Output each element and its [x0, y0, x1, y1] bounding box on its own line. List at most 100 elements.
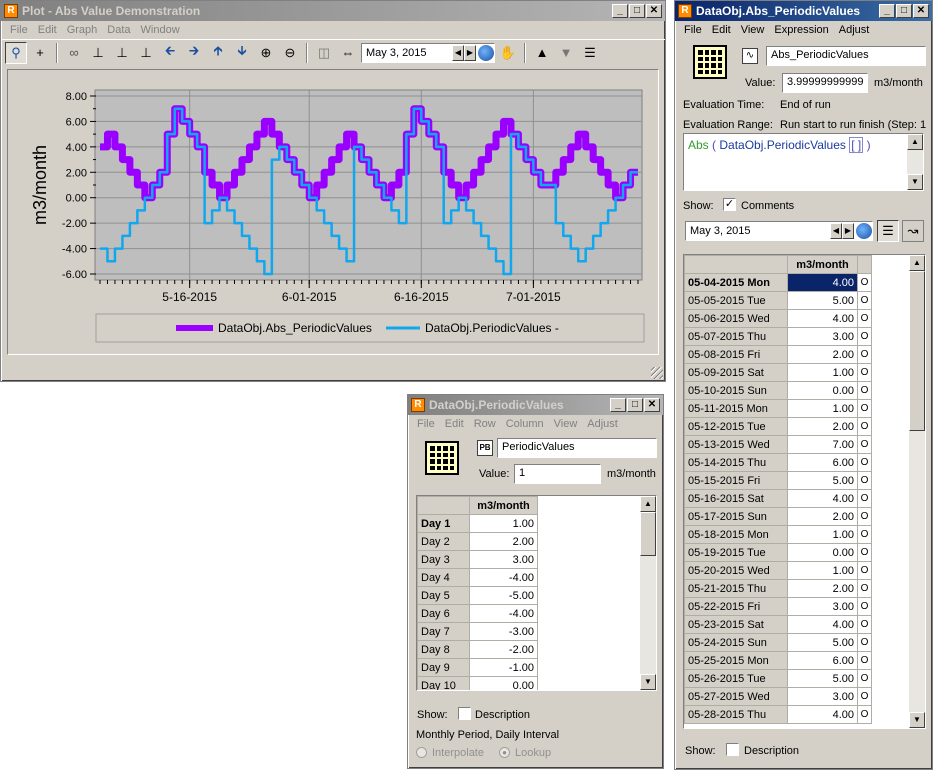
table-row[interactable]: 05-06-2015 Wed 4.00 O	[684, 309, 872, 328]
minimize-button[interactable]: _	[610, 398, 626, 412]
menu-view[interactable]: View	[736, 24, 770, 36]
table-row[interactable]: 05-18-2015 Mon 1.00 O	[684, 525, 872, 544]
menu-edit[interactable]: Edit	[707, 24, 736, 36]
table-row[interactable]: Day 5 -5.00	[417, 586, 538, 605]
row-value[interactable]: 6.00	[787, 453, 858, 472]
row-value[interactable]: 2.00	[469, 532, 538, 551]
plot-view-icon[interactable]: ↝	[902, 220, 924, 242]
table-row[interactable]: 05-15-2015 Fri 5.00 O	[684, 471, 872, 490]
scroll-up-button[interactable]: ▲	[907, 134, 923, 150]
axis-x-icon[interactable]: ⊥	[87, 42, 109, 64]
periodic-window-titlebar[interactable]: R DataObj.PeriodicValues _ □ ✕	[408, 395, 663, 415]
menu-file[interactable]: File	[5, 24, 33, 36]
chart-up-icon[interactable]: ▲	[531, 42, 553, 64]
row-value[interactable]: -2.00	[469, 640, 538, 659]
menu-file[interactable]: File	[412, 418, 440, 430]
menu-file[interactable]: File	[679, 24, 707, 36]
globe-icon[interactable]	[856, 223, 872, 239]
menu-data[interactable]: Data	[102, 24, 135, 36]
abs-value-field[interactable]: 3.99999999999	[782, 73, 868, 93]
row-value[interactable]: 5.00	[787, 471, 858, 490]
abs-name-field[interactable]: Abs_PeriodicValues	[766, 46, 926, 66]
maximize-button[interactable]: □	[629, 4, 645, 18]
comments-checkbox[interactable]: ✓	[723, 198, 736, 211]
globe-icon[interactable]	[478, 44, 494, 61]
date-next-button[interactable]: ▶	[842, 223, 854, 239]
row-value[interactable]: 0.00	[469, 676, 538, 690]
table-row[interactable]: 05-13-2015 Wed 7.00 O	[684, 435, 872, 454]
row-value[interactable]: -3.00	[469, 622, 538, 641]
close-button[interactable]: ✕	[646, 4, 662, 18]
menu-expression[interactable]: Expression	[769, 24, 833, 36]
row-value[interactable]: 2.00	[787, 417, 858, 436]
row-value[interactable]: 0.00	[787, 381, 858, 400]
row-value[interactable]: -4.00	[469, 604, 538, 623]
table-row[interactable]: 05-10-2015 Sun 0.00 O	[684, 381, 872, 400]
row-value[interactable]: 1.00	[787, 363, 858, 382]
hand-icon[interactable]: ✋	[497, 42, 519, 64]
menu-view[interactable]: View	[549, 418, 583, 430]
row-value[interactable]: 1.00	[787, 525, 858, 544]
row-value[interactable]: 5.00	[787, 669, 858, 688]
row-value[interactable]: 5.00	[787, 633, 858, 652]
arrow-down-icon[interactable]: 🡳	[231, 42, 253, 64]
table-row[interactable]: 05-16-2015 Sat 4.00 O	[684, 489, 872, 508]
table-row[interactable]: 05-04-2015 Mon 4.00 O	[684, 273, 872, 292]
row-value[interactable]: 3.00	[469, 550, 538, 569]
row-value[interactable]: 1.00	[787, 399, 858, 418]
table-row[interactable]: 05-23-2015 Sat 4.00 O	[684, 615, 872, 634]
table-row[interactable]: 05-27-2015 Wed 3.00 O	[684, 687, 872, 706]
table-row[interactable]: Day 7 -3.00	[417, 622, 538, 641]
row-value[interactable]: -1.00	[469, 658, 538, 677]
menu-edit[interactable]: Edit	[440, 418, 469, 430]
zoom-out-icon[interactable]: ⊖	[279, 42, 301, 64]
interpolate-radio[interactable]	[416, 747, 427, 758]
menu-graph[interactable]: Graph	[62, 24, 103, 36]
scroll-up-button[interactable]: ▲	[640, 496, 656, 512]
close-button[interactable]: ✕	[644, 398, 660, 412]
arrow-right-icon[interactable]: 🡲	[183, 42, 205, 64]
menu-edit[interactable]: Edit	[33, 24, 62, 36]
table-row[interactable]: Day 6 -4.00	[417, 604, 538, 623]
row-value[interactable]: 7.00	[787, 435, 858, 454]
chart-down-icon[interactable]: ▼	[555, 42, 577, 64]
magnifier-icon[interactable]: ⚲	[5, 41, 27, 64]
lookup-radio[interactable]: ●	[499, 747, 510, 758]
table-row[interactable]: Day 2 2.00	[417, 532, 538, 551]
menu-row[interactable]: Row	[469, 418, 501, 430]
arrow-left-icon[interactable]: 🡰	[159, 42, 181, 64]
row-value[interactable]: 4.00	[787, 489, 858, 508]
menu-column[interactable]: Column	[501, 418, 549, 430]
expression-scrollbar[interactable]: ▲ ▼	[907, 134, 923, 190]
menu-window[interactable]: Window	[136, 24, 185, 36]
close-button[interactable]: ✕	[913, 4, 929, 18]
expression-editor[interactable]: Abs ( DataObj.PeriodicValues [ ] ) ▲ ▼	[683, 133, 924, 191]
list-icon[interactable]: ☰	[579, 42, 601, 64]
resize-grip[interactable]	[651, 367, 663, 379]
maximize-button[interactable]: □	[896, 4, 912, 18]
scroll-thumb[interactable]	[909, 271, 925, 431]
row-value[interactable]: 1.00	[469, 514, 538, 533]
table-row[interactable]: 05-26-2015 Tue 5.00 O	[684, 669, 872, 688]
plot-window-titlebar[interactable]: R Plot - Abs Value Demonstration _ □ ✕	[1, 1, 665, 21]
row-value[interactable]: 4.00	[787, 309, 858, 328]
crosshair-icon[interactable]: +	[29, 42, 51, 64]
table-row[interactable]: 05-28-2015 Thu 4.00 O	[684, 705, 872, 724]
table-row[interactable]: Day 8 -2.00	[417, 640, 538, 659]
table-row[interactable]: Day 1 1.00	[417, 514, 538, 533]
table-row[interactable]: 05-19-2015 Tue 0.00 O	[684, 543, 872, 562]
zoom-in-icon[interactable]: ⊕	[255, 42, 277, 64]
row-value[interactable]: 3.00	[787, 597, 858, 616]
scroll-thumb[interactable]	[640, 512, 656, 556]
scroll-down-button[interactable]: ▼	[909, 712, 925, 728]
row-value[interactable]: 2.00	[787, 579, 858, 598]
periodic-value-field[interactable]: 1	[514, 464, 601, 484]
periodic-name-field[interactable]: PeriodicValues	[497, 438, 657, 458]
table-row[interactable]: Day 3 3.00	[417, 550, 538, 569]
row-value[interactable]: 2.00	[787, 345, 858, 364]
row-value[interactable]: 4.00	[787, 615, 858, 634]
table-row[interactable]: 05-11-2015 Mon 1.00 O	[684, 399, 872, 418]
maximize-button[interactable]: □	[627, 398, 643, 412]
row-value[interactable]: 2.00	[787, 507, 858, 526]
date-prev-button[interactable]: ◀	[452, 44, 464, 61]
